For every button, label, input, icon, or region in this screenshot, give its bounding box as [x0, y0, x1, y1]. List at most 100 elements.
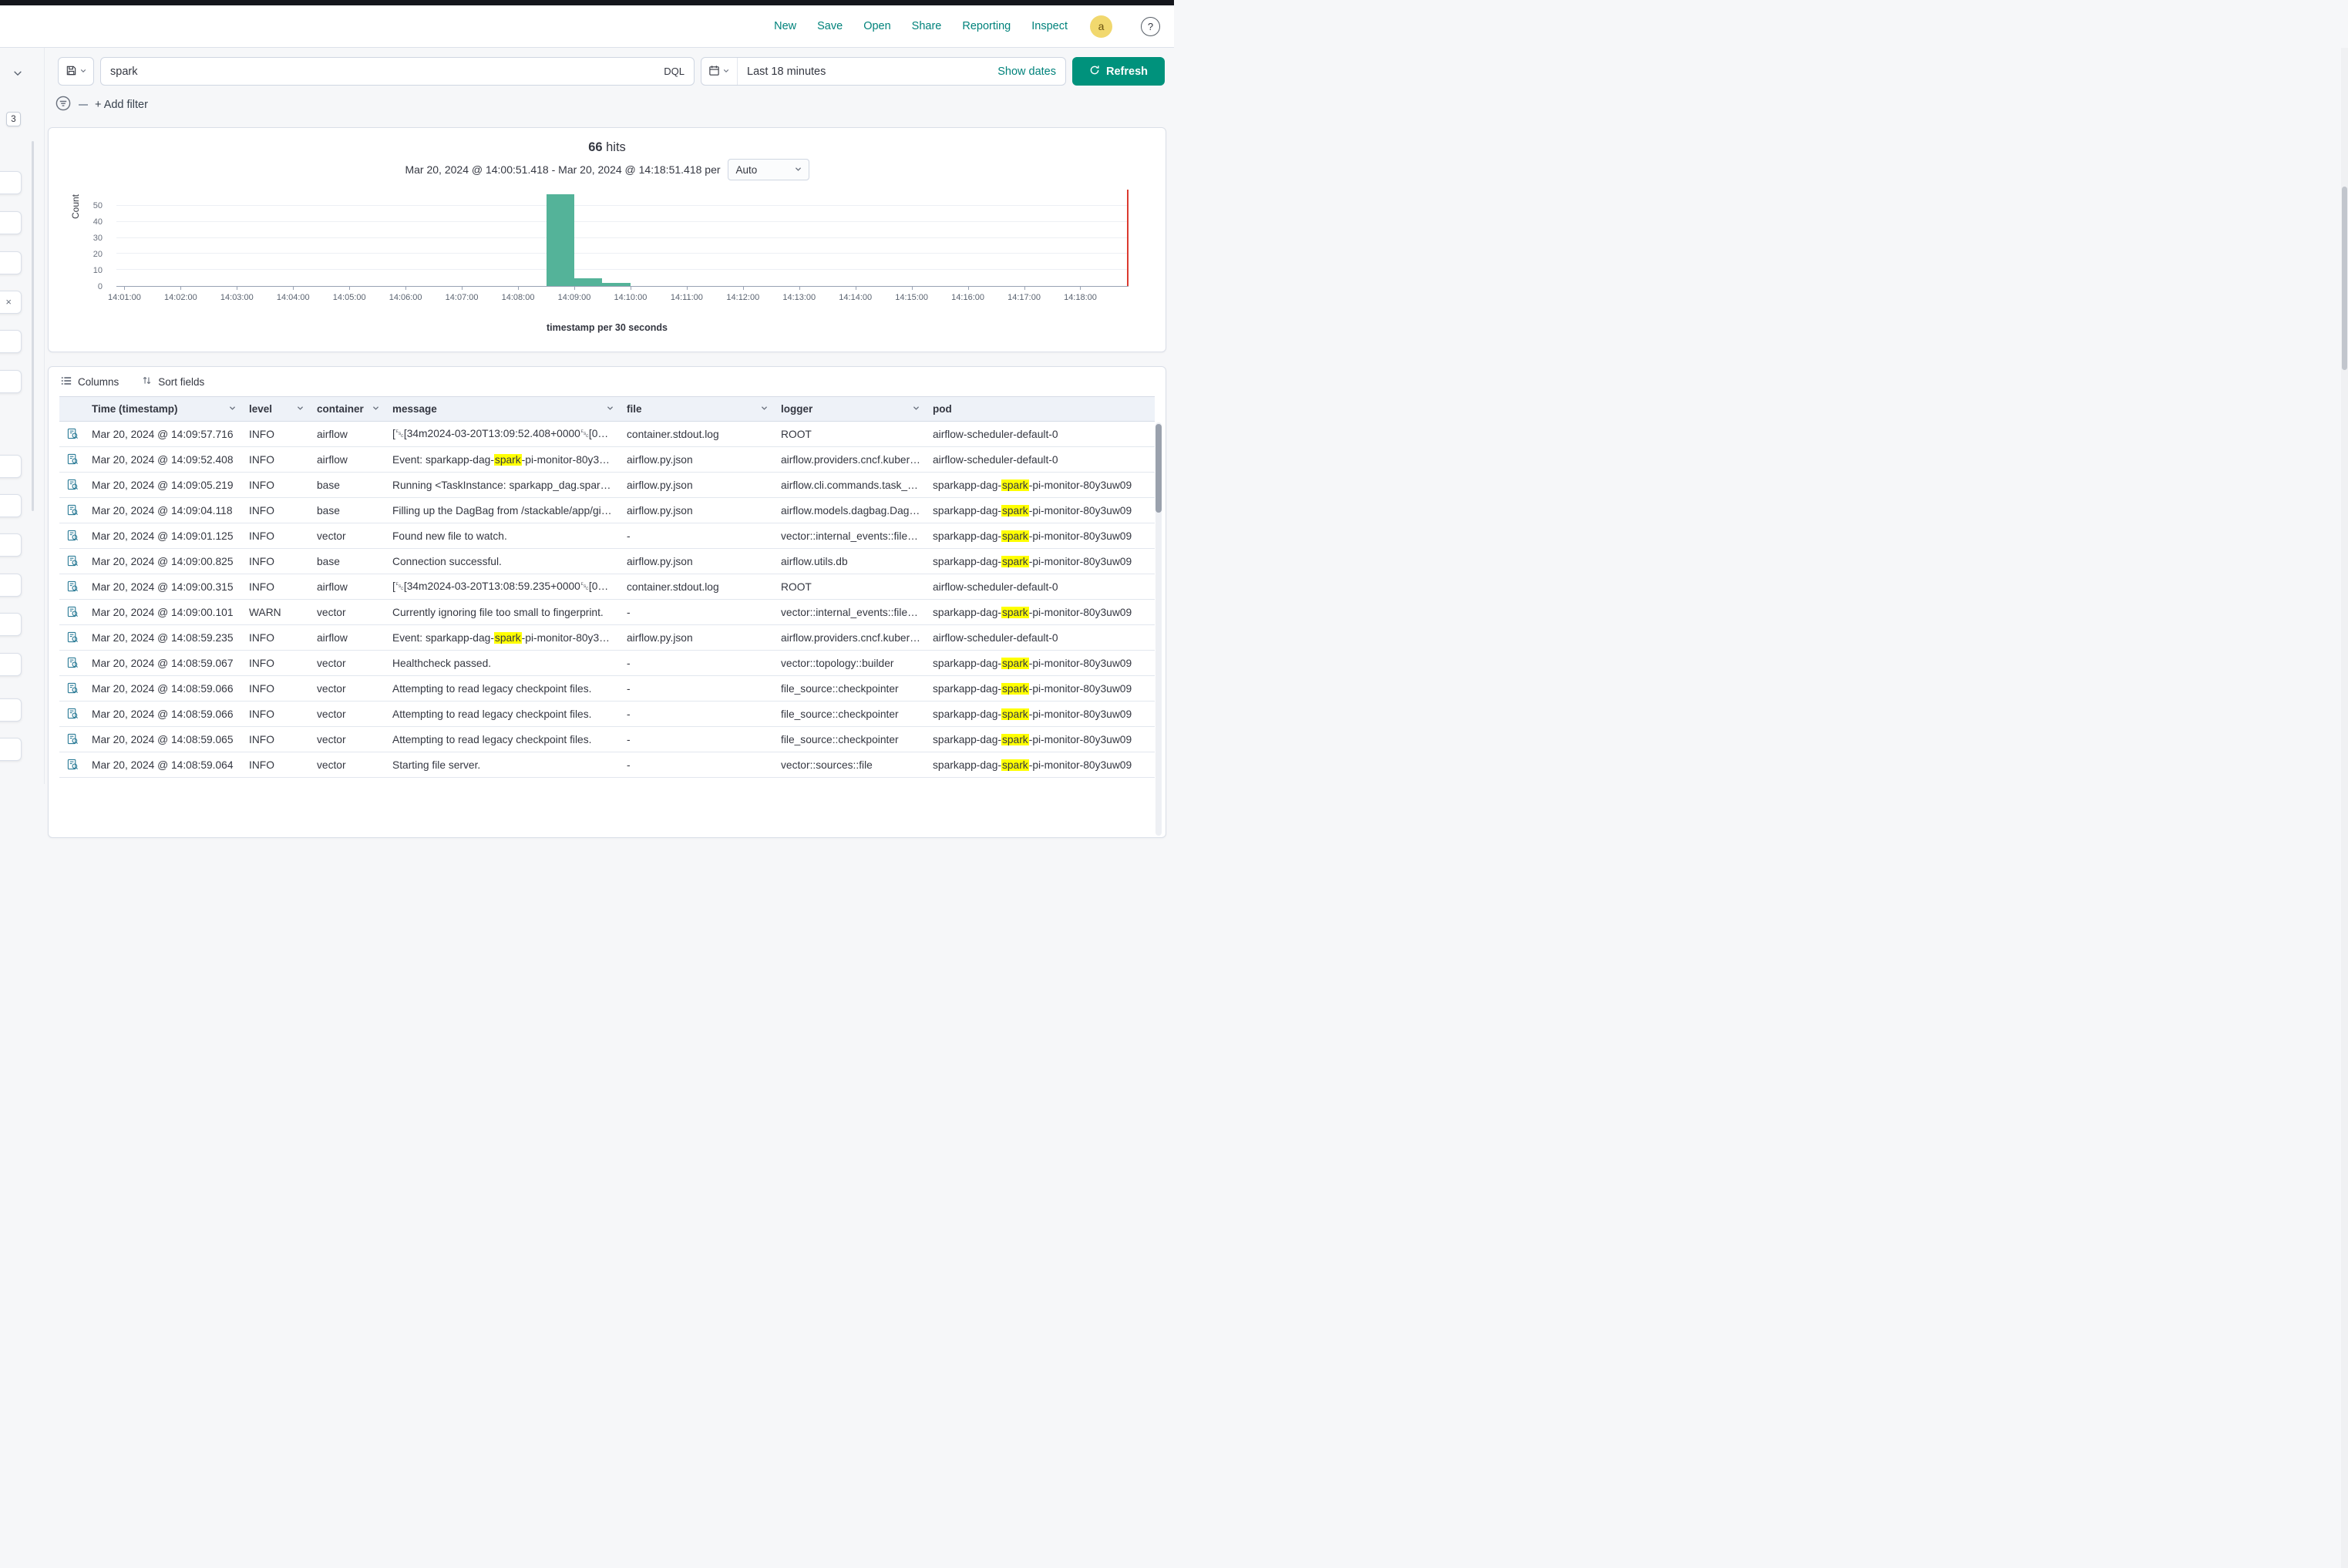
field-item-partial[interactable] [0, 251, 22, 274]
field-item-partial[interactable] [0, 171, 22, 194]
cell-container: airflow [311, 574, 386, 600]
inspect-document-button[interactable] [67, 655, 79, 671]
x-tick-label: 14:13:00 [782, 293, 816, 302]
inspect-document-button[interactable] [67, 503, 79, 518]
nav-inspect[interactable]: Inspect [1031, 20, 1068, 32]
refresh-button[interactable]: Refresh [1072, 57, 1165, 86]
inspect-document-button[interactable] [67, 452, 79, 467]
table-scrollbar-thumb[interactable] [1155, 424, 1162, 513]
field-item-partial[interactable] [0, 738, 22, 761]
column-header-file[interactable]: file [621, 397, 775, 422]
inspect-document-button[interactable] [67, 579, 79, 594]
column-header-container[interactable]: container [311, 397, 386, 422]
field-item-partial[interactable] [0, 370, 22, 393]
show-dates-button[interactable]: Show dates [997, 66, 1065, 78]
field-item-partial[interactable]: × [0, 291, 22, 314]
field-item-partial[interactable] [0, 455, 22, 478]
cell-pod: airflow-scheduler-default-0 [927, 447, 1155, 473]
inspect-document-button[interactable] [67, 528, 79, 543]
column-header-message[interactable]: message [386, 397, 621, 422]
cell-time: Mar 20, 2024 @ 14:09:57.716 [86, 422, 243, 447]
filter-icon[interactable] [55, 95, 72, 116]
cell-time: Mar 20, 2024 @ 14:09:00.315 [86, 574, 243, 600]
field-item-partial[interactable] [0, 653, 22, 676]
add-filter-button[interactable]: + Add filter [95, 99, 148, 111]
cell-level: INFO [243, 574, 311, 600]
chevron-down-icon [760, 403, 769, 415]
inspect-document-button[interactable] [67, 477, 79, 493]
cell-file: airflow.py.json [621, 549, 775, 574]
page-scrollbar-thumb[interactable] [2342, 187, 2347, 370]
cell-pod: sparkapp-dag-spark-pi-monitor-80y3uw09 [927, 600, 1155, 625]
date-quick-select-button[interactable] [701, 58, 738, 85]
log-table-row: Mar 20, 2024 @ 14:09:04.118INFObaseFilli… [59, 498, 1155, 523]
nav-save[interactable]: Save [817, 20, 843, 32]
save-query-icon [66, 65, 77, 79]
cell-level: INFO [243, 549, 311, 574]
chevron-down-icon [606, 403, 614, 415]
column-header-pod[interactable]: pod [927, 397, 1155, 422]
cell-pod: airflow-scheduler-default-0 [927, 625, 1155, 651]
column-header-logger[interactable]: logger [775, 397, 927, 422]
columns-button[interactable]: Columns [61, 375, 119, 389]
column-header-level[interactable]: level [243, 397, 311, 422]
nav-share[interactable]: Share [912, 20, 942, 32]
cell-pod: sparkapp-dag-spark-pi-monitor-80y3uw09 [927, 727, 1155, 752]
cell-container: vector [311, 727, 386, 752]
nav-new[interactable]: New [774, 20, 796, 32]
inspect-document-button[interactable] [67, 426, 79, 442]
histogram-bar[interactable] [574, 278, 602, 286]
log-table-row: Mar 20, 2024 @ 14:09:52.408INFOairflowEv… [59, 447, 1155, 473]
search-input[interactable] [110, 66, 664, 78]
cell-message: [␛[34m2024-03-20T13:08:59.235+0000␛[0m] … [386, 574, 621, 600]
y-tick-label: 40 [93, 217, 103, 227]
inspect-document-button[interactable] [67, 681, 79, 696]
nav-open[interactable]: Open [863, 20, 890, 32]
cell-logger: file_source::checkpointer [775, 702, 927, 727]
field-item-partial[interactable] [0, 533, 22, 557]
cell-logger: ROOT [775, 422, 927, 447]
field-item-partial[interactable] [0, 211, 22, 234]
field-item-partial[interactable] [0, 574, 22, 597]
cell-time: Mar 20, 2024 @ 14:09:00.825 [86, 549, 243, 574]
inspect-document-button[interactable] [67, 732, 79, 747]
histogram-bar[interactable] [602, 283, 630, 286]
sidebar-scrollbar[interactable] [32, 141, 34, 511]
refresh-label: Refresh [1106, 66, 1148, 78]
query-language-button[interactable]: DQL [664, 66, 685, 77]
field-item-partial[interactable] [0, 698, 22, 722]
saved-query-menu-button[interactable] [58, 57, 94, 86]
inspect-document-button[interactable] [67, 554, 79, 569]
time-range-text[interactable]: Last 18 minutes [738, 66, 997, 78]
field-item-partial[interactable] [0, 494, 22, 517]
chevron-down-icon [794, 164, 802, 176]
x-tick-label: 14:04:00 [277, 293, 310, 302]
x-tick-label: 14:18:00 [1064, 293, 1097, 302]
cell-expand [59, 676, 86, 702]
field-item-partial[interactable] [0, 613, 22, 636]
inspect-document-button[interactable] [67, 630, 79, 645]
inspect-document-button[interactable] [67, 604, 79, 620]
inspect-document-button[interactable] [67, 706, 79, 722]
x-tick-mark [349, 287, 350, 290]
column-header-time[interactable]: Time (timestamp) [86, 397, 243, 422]
field-item-partial[interactable] [0, 330, 22, 353]
table-body: Mar 20, 2024 @ 14:09:57.716INFOairflow[␛… [59, 422, 1155, 778]
histogram-bar[interactable] [547, 194, 574, 286]
cell-container: base [311, 549, 386, 574]
help-icon[interactable]: ? [1141, 17, 1160, 36]
interval-select[interactable]: Auto [728, 159, 809, 180]
remove-field-icon[interactable]: × [5, 296, 12, 309]
inspect-document-button[interactable] [67, 757, 79, 772]
nav-reporting[interactable]: Reporting [962, 20, 1011, 32]
user-avatar[interactable]: a [1090, 15, 1112, 38]
x-tick-mark [293, 287, 294, 290]
x-tick-mark [462, 287, 463, 290]
sidebar-toggle-button[interactable] [6, 65, 29, 83]
cell-pod: sparkapp-dag-spark-pi-monitor-80y3uw09 [927, 473, 1155, 498]
sort-fields-button[interactable]: Sort fields [142, 375, 204, 388]
cell-expand [59, 727, 86, 752]
cell-time: Mar 20, 2024 @ 14:09:52.408 [86, 447, 243, 473]
cell-message: [␛[34m2024-03-20T13:09:52.408+0000␛[0m] … [386, 422, 621, 447]
column-header-label: container [317, 403, 364, 415]
